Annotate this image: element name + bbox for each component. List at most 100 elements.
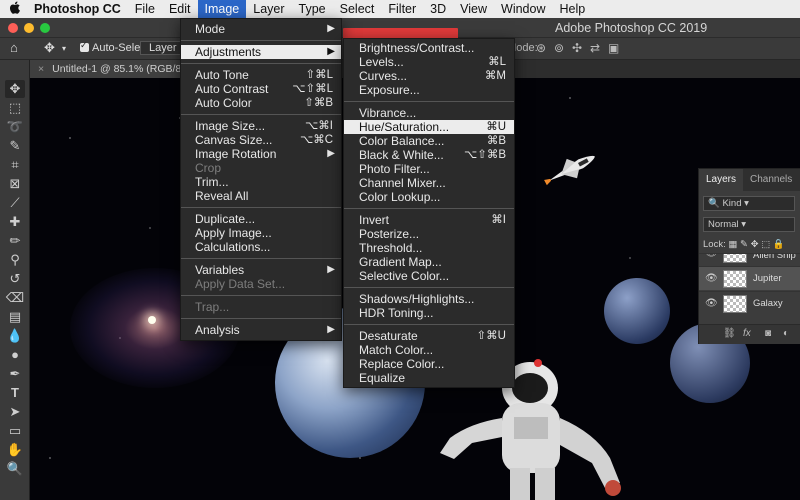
type-tool-icon[interactable]: T <box>5 384 25 402</box>
visibility-eye-icon[interactable]: 👁 <box>705 273 718 284</box>
adjustments-item-channel-mixer[interactable]: Channel Mixer... <box>344 176 514 190</box>
adjustments-item-match-color[interactable]: Match Color... <box>344 343 514 357</box>
eyedropper-tool-icon[interactable]: ⟋ <box>5 194 25 212</box>
gradient-tool-icon[interactable]: ▤ <box>5 308 25 326</box>
image-menu-item-adjustments[interactable]: Adjustments ▶ <box>181 45 341 59</box>
adjustments-item-black-white[interactable]: Black & White... ⌥⇧⌘B <box>344 148 514 162</box>
path-selection-tool-icon[interactable]: ➤ <box>5 403 25 421</box>
tab-channels[interactable]: Channels <box>743 169 799 191</box>
menu-3d[interactable]: 3D <box>423 0 453 18</box>
adjustments-item-brightness-contrast[interactable]: Brightness/Contrast... <box>344 41 514 55</box>
image-menu-item-auto-tone[interactable]: Auto Tone ⇧⌘L <box>181 68 341 82</box>
visibility-eye-icon[interactable]: 👁 <box>705 254 718 259</box>
adjustment-icon[interactable]: ◐ <box>783 328 789 339</box>
adjustments-item-replace-color[interactable]: Replace Color... <box>344 357 514 371</box>
layer-row[interactable]: 👁 Galaxy <box>699 291 800 315</box>
adjustments-item-equalize[interactable]: Equalize <box>344 371 514 385</box>
minimize-window-button[interactable] <box>24 23 34 33</box>
blend-mode-dropdown[interactable]: Normal ▾ <box>703 217 795 232</box>
close-window-button[interactable] <box>8 23 18 33</box>
adjustments-item-color-balance[interactable]: Color Balance... ⌘B <box>344 134 514 148</box>
brush-tool-icon[interactable]: ✏ <box>5 232 25 250</box>
rectangle-tool-icon[interactable]: ▭ <box>5 422 25 440</box>
lock-pixels-icon[interactable]: ✎ <box>740 239 748 250</box>
history-brush-tool-icon[interactable]: ↺ <box>5 270 25 288</box>
close-tab-icon[interactable]: × <box>38 63 44 75</box>
adjustments-item-photo-filter[interactable]: Photo Filter... <box>344 162 514 176</box>
mask-icon[interactable]: ◙ <box>765 328 771 339</box>
adjustments-item-gradient-map[interactable]: Gradient Map... <box>344 255 514 269</box>
adjustments-item-hue-saturation[interactable]: Hue/Saturation... ⌘U <box>344 120 514 134</box>
adjustments-item-shadows-highlights[interactable]: Shadows/Highlights... <box>344 292 514 306</box>
image-menu-item-reveal-all[interactable]: Reveal All <box>181 189 341 203</box>
menu-window[interactable]: Window <box>494 0 552 18</box>
marquee-tool-icon[interactable]: ⬚ <box>5 99 25 117</box>
eraser-tool-icon[interactable]: ⌫ <box>5 289 25 307</box>
menu-image[interactable]: Image <box>197 0 247 18</box>
layer-kind-filter[interactable]: 🔍 Kind ▾ <box>703 196 795 211</box>
zoom-tool-icon[interactable]: 🔍 <box>5 460 25 478</box>
layer-row[interactable]: 👁 Alien Ship <box>699 253 800 265</box>
adjustments-item-threshold[interactable]: Threshold... <box>344 241 514 255</box>
image-menu-item-mode[interactable]: Mode ▶ <box>181 22 341 36</box>
frame-tool-icon[interactable]: ⊠ <box>5 175 25 193</box>
adjustments-item-invert[interactable]: Invert ⌘I <box>344 213 514 227</box>
image-menu-item-calculations[interactable]: Calculations... <box>181 240 341 254</box>
image-menu-item-auto-color[interactable]: Auto Color ⇧⌘B <box>181 96 341 110</box>
slide-3d-icon[interactable]: ⇄ <box>590 41 600 55</box>
menu-type[interactable]: Type <box>292 0 333 18</box>
adjustments-item-curves[interactable]: Curves... ⌘M <box>344 69 514 83</box>
pan-3d-icon[interactable]: ✣ <box>572 41 582 55</box>
menu-edit[interactable]: Edit <box>162 0 198 18</box>
image-menu-item-canvas-size[interactable]: Canvas Size... ⌥⌘C <box>181 133 341 147</box>
scale-3d-icon[interactable]: ▣ <box>608 41 619 55</box>
hand-tool-icon[interactable]: ✋ <box>5 441 25 459</box>
adjustments-item-levels[interactable]: Levels... ⌘L <box>344 55 514 69</box>
image-menu-item-auto-contrast[interactable]: Auto Contrast ⌥⇧⌘L <box>181 82 341 96</box>
orbit-3d-icon[interactable]: ⊛ <box>536 41 546 55</box>
menu-view[interactable]: View <box>453 0 494 18</box>
image-menu-item-image-rotation[interactable]: Image Rotation ▶ <box>181 147 341 161</box>
adjustments-item-vibrance[interactable]: Vibrance... <box>344 106 514 120</box>
menu-filter[interactable]: Filter <box>381 0 423 18</box>
healing-brush-tool-icon[interactable]: ✚ <box>5 213 25 231</box>
adjustments-item-posterize[interactable]: Posterize... <box>344 227 514 241</box>
home-icon[interactable]: ⌂ <box>10 40 18 55</box>
image-menu-item-variables[interactable]: Variables ▶ <box>181 263 341 277</box>
adjustments-item-exposure[interactable]: Exposure... <box>344 83 514 97</box>
move-tool-icon[interactable]: ✥ <box>5 80 25 98</box>
crop-tool-icon[interactable]: ⌗ <box>5 156 25 174</box>
tab-layers[interactable]: Layers <box>699 169 744 191</box>
roll-3d-icon[interactable]: ⊚ <box>554 41 564 55</box>
zoom-window-button[interactable] <box>40 23 50 33</box>
link-icon[interactable]: ⛓ <box>723 328 736 339</box>
visibility-eye-icon[interactable]: 👁 <box>705 298 718 309</box>
adjustments-item-color-lookup[interactable]: Color Lookup... <box>344 190 514 204</box>
menu-select[interactable]: Select <box>333 0 382 18</box>
lock-transparency-icon[interactable]: ▦ <box>728 239 737 250</box>
adjustments-item-selective-color[interactable]: Selective Color... <box>344 269 514 283</box>
auto-select-target-dropdown[interactable]: Layer <box>140 41 186 55</box>
lock-artboard-icon[interactable]: ⬚ <box>761 239 770 250</box>
menu-file[interactable]: File <box>128 0 162 18</box>
image-menu-item-analysis[interactable]: Analysis ▶ <box>181 323 341 337</box>
adjustments-item-desaturate[interactable]: Desaturate ⇧⌘U <box>344 329 514 343</box>
lock-all-icon[interactable]: 🔒 <box>773 239 785 250</box>
lasso-tool-icon[interactable]: ➰ <box>5 118 25 136</box>
pen-tool-icon[interactable]: ✒ <box>5 365 25 383</box>
clone-stamp-tool-icon[interactable]: ⚲ <box>5 251 25 269</box>
blur-tool-icon[interactable]: 💧 <box>5 327 25 345</box>
image-menu-item-apply-image[interactable]: Apply Image... <box>181 226 341 240</box>
quick-select-tool-icon[interactable]: ✎ <box>5 137 25 155</box>
move-tool-icon[interactable]: ✥ <box>44 40 55 56</box>
image-menu-item-duplicate[interactable]: Duplicate... <box>181 212 341 226</box>
adjustments-item-hdr-toning[interactable]: HDR Toning... <box>344 306 514 320</box>
apple-icon[interactable] <box>0 1 30 17</box>
fx-icon[interactable]: fx <box>743 328 751 339</box>
layer-row-selected[interactable]: 👁 Jupiter <box>699 266 800 290</box>
lock-position-icon[interactable]: ✥ <box>751 239 759 250</box>
image-menu-item-image-size[interactable]: Image Size... ⌥⌘I <box>181 119 341 133</box>
dodge-tool-icon[interactable]: ● <box>5 346 25 364</box>
menu-photoshop[interactable]: Photoshop CC <box>30 0 128 18</box>
chevron-down-icon[interactable]: ▾ <box>62 44 66 53</box>
